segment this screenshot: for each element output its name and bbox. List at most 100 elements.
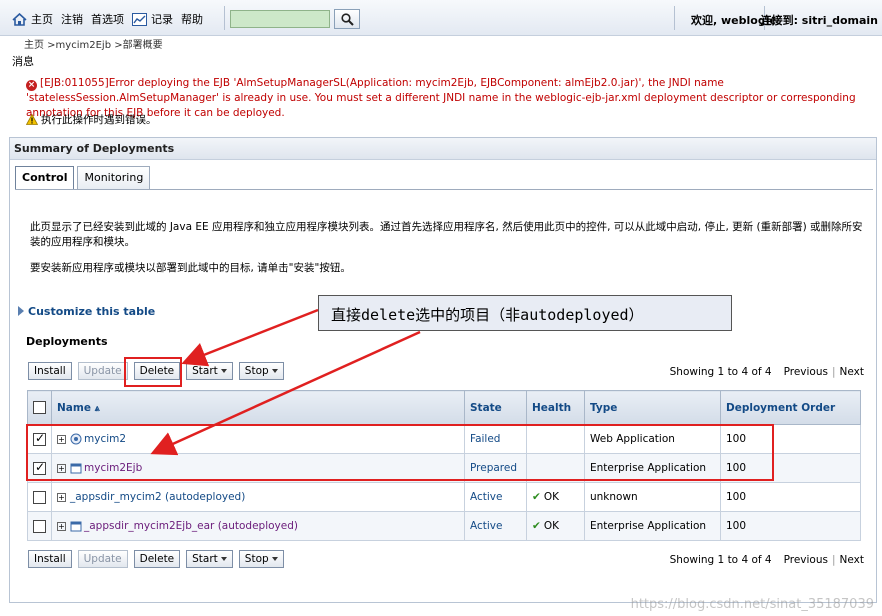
- health-header[interactable]: Health: [526, 390, 585, 425]
- showing-count: Showing 1 to 4 of 4: [669, 554, 772, 566]
- stop-label: Stop: [244, 365, 269, 377]
- table-row: + _appsdir_mycim2Ejb_ear (autodeployed) A…: [27, 511, 861, 541]
- delete-button[interactable]: Delete: [133, 550, 181, 568]
- next-link[interactable]: Next: [840, 554, 864, 566]
- previous-link[interactable]: Previous: [784, 554, 828, 566]
- search-input[interactable]: [230, 10, 330, 28]
- error-icon: ×: [26, 80, 37, 91]
- install-button[interactable]: Install: [28, 550, 72, 568]
- top-nav: 主页 注销 首选项 记录 帮助: [12, 11, 203, 27]
- nav-home[interactable]: 主页: [12, 11, 53, 27]
- expand-icon[interactable]: +: [57, 521, 66, 531]
- home-icon: [12, 12, 27, 26]
- start-label: Start: [192, 553, 218, 565]
- top-bar: 主页 注销 首选项 记录 帮助 欢迎, weblogic 连接到: sitri_…: [0, 0, 882, 36]
- tab-control[interactable]: Control: [15, 166, 75, 189]
- enterprise-app-icon: [70, 521, 82, 532]
- messages-title: 消息: [12, 55, 34, 68]
- divider: [674, 6, 675, 30]
- tab-monitoring[interactable]: Monitoring: [77, 166, 151, 189]
- nav-record-label: 记录: [151, 13, 173, 26]
- deployments-title: Deployments: [26, 335, 108, 348]
- customize-table-link[interactable]: Customize this table: [18, 305, 155, 318]
- next-link[interactable]: Next: [840, 366, 864, 378]
- install-hint: 要安装新应用程序或模块以部署到此域中的目标, 请单击"安装"按钮。: [30, 262, 351, 274]
- nav-preferences[interactable]: 首选项: [91, 11, 124, 27]
- install-button[interactable]: Install: [28, 362, 72, 380]
- health-cell: ✔ OK: [526, 511, 585, 541]
- breadcrumb[interactable]: 主页 >mycim2Ejb >部署概要: [24, 36, 163, 51]
- search-icon: [340, 12, 354, 26]
- nav-record[interactable]: 记录: [132, 11, 173, 27]
- ok-check-icon: ✔: [532, 520, 541, 532]
- nav-preferences-label: 首选项: [91, 13, 124, 26]
- update-button[interactable]: Update: [77, 550, 128, 568]
- watermark: https://blog.csdn.net/sinat_35187039: [630, 597, 874, 612]
- expand-triangle-icon: [18, 306, 24, 316]
- select-all-header: [27, 390, 52, 425]
- sort-icon: ⩓: [94, 403, 100, 414]
- row-checkbox[interactable]: [33, 519, 46, 533]
- showing-count: Showing 1 to 4 of 4: [669, 366, 772, 378]
- previous-link[interactable]: Previous: [784, 366, 828, 378]
- state-header[interactable]: State: [464, 390, 527, 425]
- expand-icon[interactable]: +: [57, 492, 66, 502]
- connected-domain: 连接到: sitri_domain: [760, 14, 878, 27]
- tab-divider: [15, 189, 873, 190]
- divider: [224, 6, 225, 30]
- delete-highlight-box: [124, 357, 182, 387]
- warning-message: 执行此操作时遇到错误。: [25, 112, 157, 128]
- row-select-cell: [27, 482, 52, 512]
- pager-bottom: Showing 1 to 4 of 4 Previous | Next: [670, 554, 864, 566]
- health-label: OK: [543, 520, 559, 532]
- rows-highlight-box: [26, 424, 774, 481]
- stop-button[interactable]: Stop: [238, 550, 284, 568]
- app-link[interactable]: _appsdir_mycim2 (autodeployed): [70, 491, 245, 503]
- start-button[interactable]: Start: [186, 362, 233, 380]
- type-cell: Enterprise Application: [584, 511, 721, 541]
- panel-title: Summary of Deployments: [10, 138, 876, 160]
- start-button[interactable]: Start: [186, 550, 233, 568]
- nav-home-label: 主页: [31, 13, 53, 26]
- start-label: Start: [192, 365, 218, 377]
- annotation-callout: 直接delete选中的项目（非autodeployed）: [318, 295, 732, 331]
- customize-table-label: Customize this table: [28, 305, 156, 318]
- app-link[interactable]: _appsdir_mycim2Ejb_ear (autodeployed): [84, 520, 298, 532]
- tab-bar: Control Monitoring: [15, 166, 151, 189]
- name-header[interactable]: Name ⩓: [51, 390, 465, 425]
- pager-divider: |: [831, 554, 836, 566]
- chevron-down-icon: [271, 369, 278, 373]
- nav-help-label: 帮助: [181, 13, 203, 26]
- table-row: + _appsdir_mycim2 (autodeployed) Active ✔…: [27, 482, 861, 512]
- stop-label: Stop: [244, 553, 269, 565]
- stop-button[interactable]: Stop: [238, 362, 284, 380]
- update-button[interactable]: Update: [77, 362, 128, 380]
- state-cell: Active: [464, 482, 527, 512]
- name-cell: + _appsdir_mycim2Ejb_ear (autodeployed): [51, 511, 465, 541]
- select-all-checkbox[interactable]: [33, 401, 46, 414]
- state-cell: Active: [464, 511, 527, 541]
- row-select-cell: [27, 511, 52, 541]
- health-label: OK: [543, 491, 559, 503]
- ok-check-icon: ✔: [532, 491, 541, 503]
- record-icon: [132, 12, 147, 26]
- pager-top: Showing 1 to 4 of 4 Previous | Next: [670, 366, 864, 378]
- nav-logout[interactable]: 注销: [61, 11, 83, 27]
- search-button[interactable]: [334, 9, 360, 29]
- order-cell: 100: [720, 511, 861, 541]
- chevron-down-icon: [271, 557, 278, 561]
- type-cell: unknown: [584, 482, 721, 512]
- warning-text: 执行此操作时遇到错误。: [41, 114, 157, 126]
- deployment-order-header[interactable]: Deployment Order: [720, 390, 861, 425]
- health-cell: ✔ OK: [526, 482, 585, 512]
- chevron-down-icon: [220, 369, 227, 373]
- warning-icon: [25, 113, 39, 128]
- nav-help[interactable]: 帮助: [181, 11, 203, 27]
- page-description: 此页显示了已经安装到此域的 Java EE 应用程序和独立应用程序模块列表。通过…: [30, 221, 863, 248]
- row-checkbox[interactable]: [33, 490, 46, 504]
- toolbar-bottom: Install Update Delete Start Stop: [28, 550, 284, 568]
- type-header[interactable]: Type: [584, 390, 721, 425]
- name-cell: + _appsdir_mycim2 (autodeployed): [51, 482, 465, 512]
- pager-divider: |: [831, 366, 836, 378]
- order-cell: 100: [720, 482, 861, 512]
